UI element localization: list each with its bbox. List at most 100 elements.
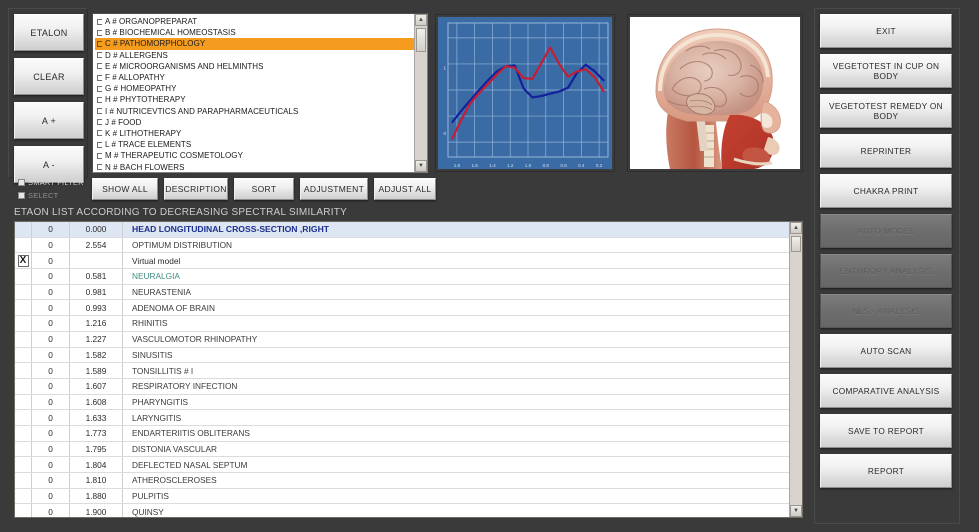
checkbox-icon[interactable]: [97, 108, 102, 115]
exit-button[interactable]: EXIT: [820, 14, 952, 48]
row-marker-cell[interactable]: [15, 347, 32, 363]
table-row[interactable]: 0 1.582 SINUSITIS: [15, 347, 789, 364]
report-button[interactable]: REPORT: [820, 454, 952, 488]
table-row[interactable]: 0 1.900 QUINSY: [15, 504, 789, 517]
table-row[interactable]: 0 1.216 RHINITIS: [15, 316, 789, 332]
adjust-all-button[interactable]: ADJUST ALL: [374, 178, 436, 200]
row-marker-cell[interactable]: [15, 473, 32, 488]
category-list-item[interactable]: N # BACH FLOWERS: [95, 161, 414, 172]
category-list-item[interactable]: B # BIOCHEMICAL HOMEOSTASIS: [95, 27, 414, 38]
checkbox-icon[interactable]: [97, 63, 102, 70]
adjustment-button[interactable]: ADJUSTMENT: [300, 178, 368, 200]
vegetotest-in-cup-on-body-button[interactable]: VEGETOTEST IN CUP ON BODY: [820, 54, 952, 88]
table-row[interactable]: 0 1.633 LARYNGITIS: [15, 410, 789, 426]
save-to-report-button[interactable]: SAVE TO REPORT: [820, 414, 952, 448]
checkbox-icon[interactable]: [97, 29, 102, 36]
table-row[interactable]: 0 1.810 ATHEROSCLEROSES: [15, 473, 789, 489]
etalon-results-table[interactable]: 0 0.000 HEAD LONGITUDINAL CROSS-SECTION ,R…: [14, 221, 803, 518]
row-marker-cell[interactable]: [15, 425, 32, 441]
reprinter-button[interactable]: REPRINTER: [820, 134, 952, 168]
vegetotest-remedy-on-body-button[interactable]: VEGETOTEST REMEDY ON BODY: [820, 94, 952, 128]
row-marker-cell[interactable]: [15, 284, 32, 300]
table-row[interactable]: X 0 Virtual model: [15, 253, 789, 270]
checkbox-icon[interactable]: [97, 141, 102, 148]
checkbox-icon[interactable]: [97, 119, 102, 126]
checkbox-icon[interactable]: [97, 18, 102, 25]
row-marker-cell[interactable]: [15, 410, 32, 425]
row-similarity-value-cell: 1.804: [70, 457, 123, 472]
category-list-item[interactable]: C # PATHOMORPHOLOGY: [95, 38, 414, 50]
category-list-item[interactable]: K # LITHOTHERAPY: [95, 128, 414, 139]
row-marker-cell[interactable]: [15, 394, 32, 410]
category-list-item[interactable]: F # ALLOPATHY: [95, 72, 414, 83]
table-row[interactable]: 0 0.981 NEURASTENIA: [15, 284, 789, 301]
category-list-item[interactable]: L # TRACE ELEMENTS: [95, 139, 414, 150]
row-marker-cell[interactable]: X: [15, 253, 32, 269]
smart-filter-checkbox[interactable]: SMART FILTER: [18, 178, 94, 187]
table-row[interactable]: 0 1.607 RESPIRATORY INFECTION: [15, 378, 789, 395]
anatomy-image-panel[interactable]: [627, 14, 803, 172]
category-list-item[interactable]: E # MICROORGANISMS AND HELMINTHS: [95, 61, 414, 72]
category-list-item[interactable]: M # THERAPEUTIC COSMETOLOGY: [95, 150, 414, 161]
spectrum-chart-panel[interactable]: 1.8 1.6 1.4 1.2 1.0 0.8 0.6 0.4 0.2 1 0: [435, 14, 615, 172]
row-marker-cell[interactable]: [15, 363, 32, 378]
category-list-item[interactable]: G # HOMEOPATHY: [95, 83, 414, 94]
table-row[interactable]: 0 0.993 ADENOMA OF BRAIN: [15, 300, 789, 317]
comparative-analysis-button[interactable]: COMPARATIVE ANALYSIS: [820, 374, 952, 408]
row-marker-cell[interactable]: [15, 504, 32, 517]
row-marker-cell[interactable]: [15, 441, 32, 457]
show-all-button[interactable]: SHOW ALL: [92, 178, 158, 200]
etalon-button[interactable]: ETALON: [14, 14, 84, 51]
checkbox-icon[interactable]: [97, 40, 102, 47]
description-button[interactable]: DESCRIPTION: [164, 178, 228, 200]
row-marker-cell[interactable]: [15, 269, 32, 284]
scroll-up-arrow-icon[interactable]: ▲: [790, 222, 802, 234]
scroll-up-arrow-icon[interactable]: ▲: [415, 14, 427, 26]
category-list-item[interactable]: A # ORGANOPREPARAT: [95, 16, 414, 27]
checkbox-icon[interactable]: [97, 96, 102, 103]
table-row[interactable]: 0 0.581 NEURALGIA: [15, 269, 789, 285]
row-marker-cell[interactable]: [15, 237, 32, 253]
table-row[interactable]: 0 1.880 PULPITIS: [15, 488, 789, 505]
checkbox-icon[interactable]: [97, 164, 102, 171]
row-marker-cell[interactable]: [15, 378, 32, 394]
row-marker-cell[interactable]: [15, 222, 32, 237]
chakra-print-button[interactable]: CHAKRA PRINT: [820, 174, 952, 208]
row-marker-cell[interactable]: [15, 457, 32, 472]
checkbox-icon[interactable]: [97, 130, 102, 137]
category-list-item[interactable]: H # PHYTOTHERAPY: [95, 94, 414, 105]
scrollbar-thumb[interactable]: [416, 28, 426, 52]
category-list-item[interactable]: J # FOOD: [95, 117, 414, 128]
category-list-item[interactable]: D # ALLERGENS: [95, 50, 414, 61]
row-marker-cell[interactable]: [15, 300, 32, 316]
row-marker-cell[interactable]: [15, 316, 32, 331]
checkbox-icon[interactable]: [97, 52, 102, 59]
table-row[interactable]: 0 1.608 PHARYNGITIS: [15, 394, 789, 411]
row-marker-cell[interactable]: [15, 488, 32, 504]
select-checkbox[interactable]: SELECT: [18, 191, 94, 200]
table-row[interactable]: 0 1.804 DEFLECTED NASAL SEPTUM: [15, 457, 789, 473]
close-icon[interactable]: X: [17, 254, 29, 267]
category-list-item[interactable]: I # NUTRICEVTICS AND PARAPHARMACEUTICALS: [95, 106, 414, 117]
sort-button[interactable]: SORT: [234, 178, 294, 200]
scroll-down-arrow-icon[interactable]: ▼: [790, 505, 802, 517]
category-listbox-scrollbar[interactable]: ▲ ▼: [414, 14, 427, 172]
auto-scan-button[interactable]: AUTO SCAN: [820, 334, 952, 368]
results-table-scrollbar[interactable]: ▲ ▼: [789, 222, 802, 517]
table-row[interactable]: 0 0.000 HEAD LONGITUDINAL CROSS-SECTION ,R…: [15, 222, 789, 238]
scroll-down-arrow-icon[interactable]: ▼: [415, 160, 427, 172]
clear-button[interactable]: CLEAR: [14, 58, 84, 95]
row-marker-cell[interactable]: [15, 331, 32, 347]
checkbox-icon[interactable]: [97, 152, 102, 159]
left-button-column: ETALON CLEAR A + A -: [14, 14, 84, 184]
table-row[interactable]: 0 2.554 OPTIMUM DISTRIBUTION: [15, 237, 789, 254]
checkbox-icon[interactable]: [97, 74, 102, 81]
a-plus-button[interactable]: A +: [14, 102, 84, 139]
table-row[interactable]: 0 1.227 VASCULOMOTOR RHINOPATHY: [15, 331, 789, 348]
table-row[interactable]: 0 1.589 TONSILLITIS # I: [15, 363, 789, 379]
table-row[interactable]: 0 1.773 ENDARTERIITIS OBLITERANS: [15, 425, 789, 442]
table-row[interactable]: 0 1.795 DISTONIA VASCULAR: [15, 441, 789, 458]
scrollbar-thumb[interactable]: [791, 236, 801, 252]
checkbox-icon[interactable]: [97, 85, 102, 92]
category-listbox[interactable]: A # ORGANOPREPARAT B # BIOCHEMICAL HOMEOS…: [92, 13, 428, 173]
